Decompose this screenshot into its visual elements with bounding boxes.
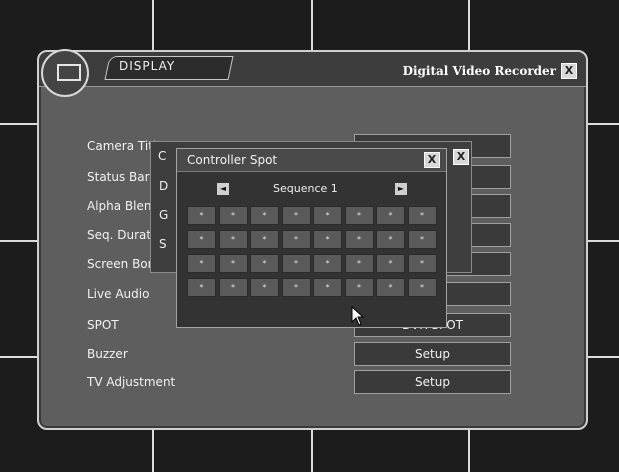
spot-cell[interactable]: *	[344, 230, 374, 249]
spot-cell[interactable]: *	[250, 278, 279, 297]
spot-cell[interactable]: *	[187, 206, 216, 225]
spot-cell[interactable]: *	[407, 254, 437, 273]
setting-label: SPOT	[87, 318, 119, 332]
spot-cell[interactable]: *	[281, 278, 311, 297]
spot-cell[interactable]: *	[250, 254, 279, 273]
popup-letter: C	[158, 149, 167, 163]
popup-title: Controller Spot	[187, 153, 278, 167]
spot-cell[interactable]: *	[250, 230, 279, 249]
spot-cell[interactable]: *	[376, 254, 405, 273]
next-sequence-arrow[interactable]: ►	[395, 183, 407, 195]
dialog-title: Digital Video Recorder	[402, 64, 556, 78]
close-button[interactable]: X	[561, 63, 577, 79]
spot-cell[interactable]: *	[218, 230, 248, 249]
spot-cell[interactable]: *	[218, 206, 248, 225]
spot-cell[interactable]: *	[407, 206, 437, 225]
spot-cell[interactable]: *	[281, 230, 311, 249]
spot-cell[interactable]: *	[344, 254, 374, 273]
popup-letter: S	[159, 237, 167, 251]
spot-cell[interactable]: *	[187, 230, 216, 249]
spot-cell[interactable]: *	[187, 278, 216, 297]
spot-cell[interactable]: *	[281, 206, 311, 225]
popup-letter: D	[159, 179, 169, 193]
setting-label: TV Adjustment	[87, 375, 176, 389]
popup-letter: G	[159, 208, 169, 222]
spot-cell[interactable]: *	[313, 254, 342, 273]
spot-cell[interactable]: *	[376, 278, 405, 297]
close-button[interactable]: X	[424, 152, 440, 168]
setting-label: Buzzer	[87, 347, 128, 361]
setting-value-button[interactable]: Setup	[354, 342, 511, 366]
spot-cell[interactable]: *	[218, 278, 248, 297]
sequence-label: Sequence 1	[273, 182, 338, 195]
prev-sequence-arrow[interactable]: ◄	[217, 183, 229, 195]
mouse-cursor-icon	[351, 306, 365, 326]
monitor-icon	[41, 49, 89, 97]
spot-cell[interactable]: *	[218, 254, 248, 273]
spot-cell[interactable]: *	[344, 206, 374, 225]
screen-shape	[57, 64, 81, 81]
spot-cell[interactable]: *	[376, 206, 405, 225]
close-button[interactable]: X	[453, 149, 469, 165]
spot-cell[interactable]: *	[407, 230, 437, 249]
spot-cell[interactable]: *	[407, 278, 437, 297]
spot-cell[interactable]: *	[313, 230, 342, 249]
display-tab-label: DISPLAY	[119, 59, 176, 73]
spot-cell[interactable]: *	[376, 230, 405, 249]
spot-cell[interactable]: *	[250, 206, 279, 225]
dialog-header: DISPLAY Digital Video Recorder X	[39, 52, 586, 87]
spot-cell[interactable]: *	[313, 278, 342, 297]
spot-cell[interactable]: *	[344, 278, 374, 297]
setting-value-button[interactable]: Setup	[354, 370, 511, 394]
spot-cell[interactable]: *	[313, 206, 342, 225]
spot-cell[interactable]: *	[281, 254, 311, 273]
setting-label: Live Audio	[87, 287, 150, 301]
setting-label: Status Bar	[87, 170, 150, 184]
popup-titlebar: Controller Spot X	[177, 149, 446, 172]
controller-spot-popup: Controller Spot X ◄ Sequence 1 ► * * * * * * *…	[176, 148, 447, 328]
spot-cell[interactable]: *	[187, 254, 216, 273]
